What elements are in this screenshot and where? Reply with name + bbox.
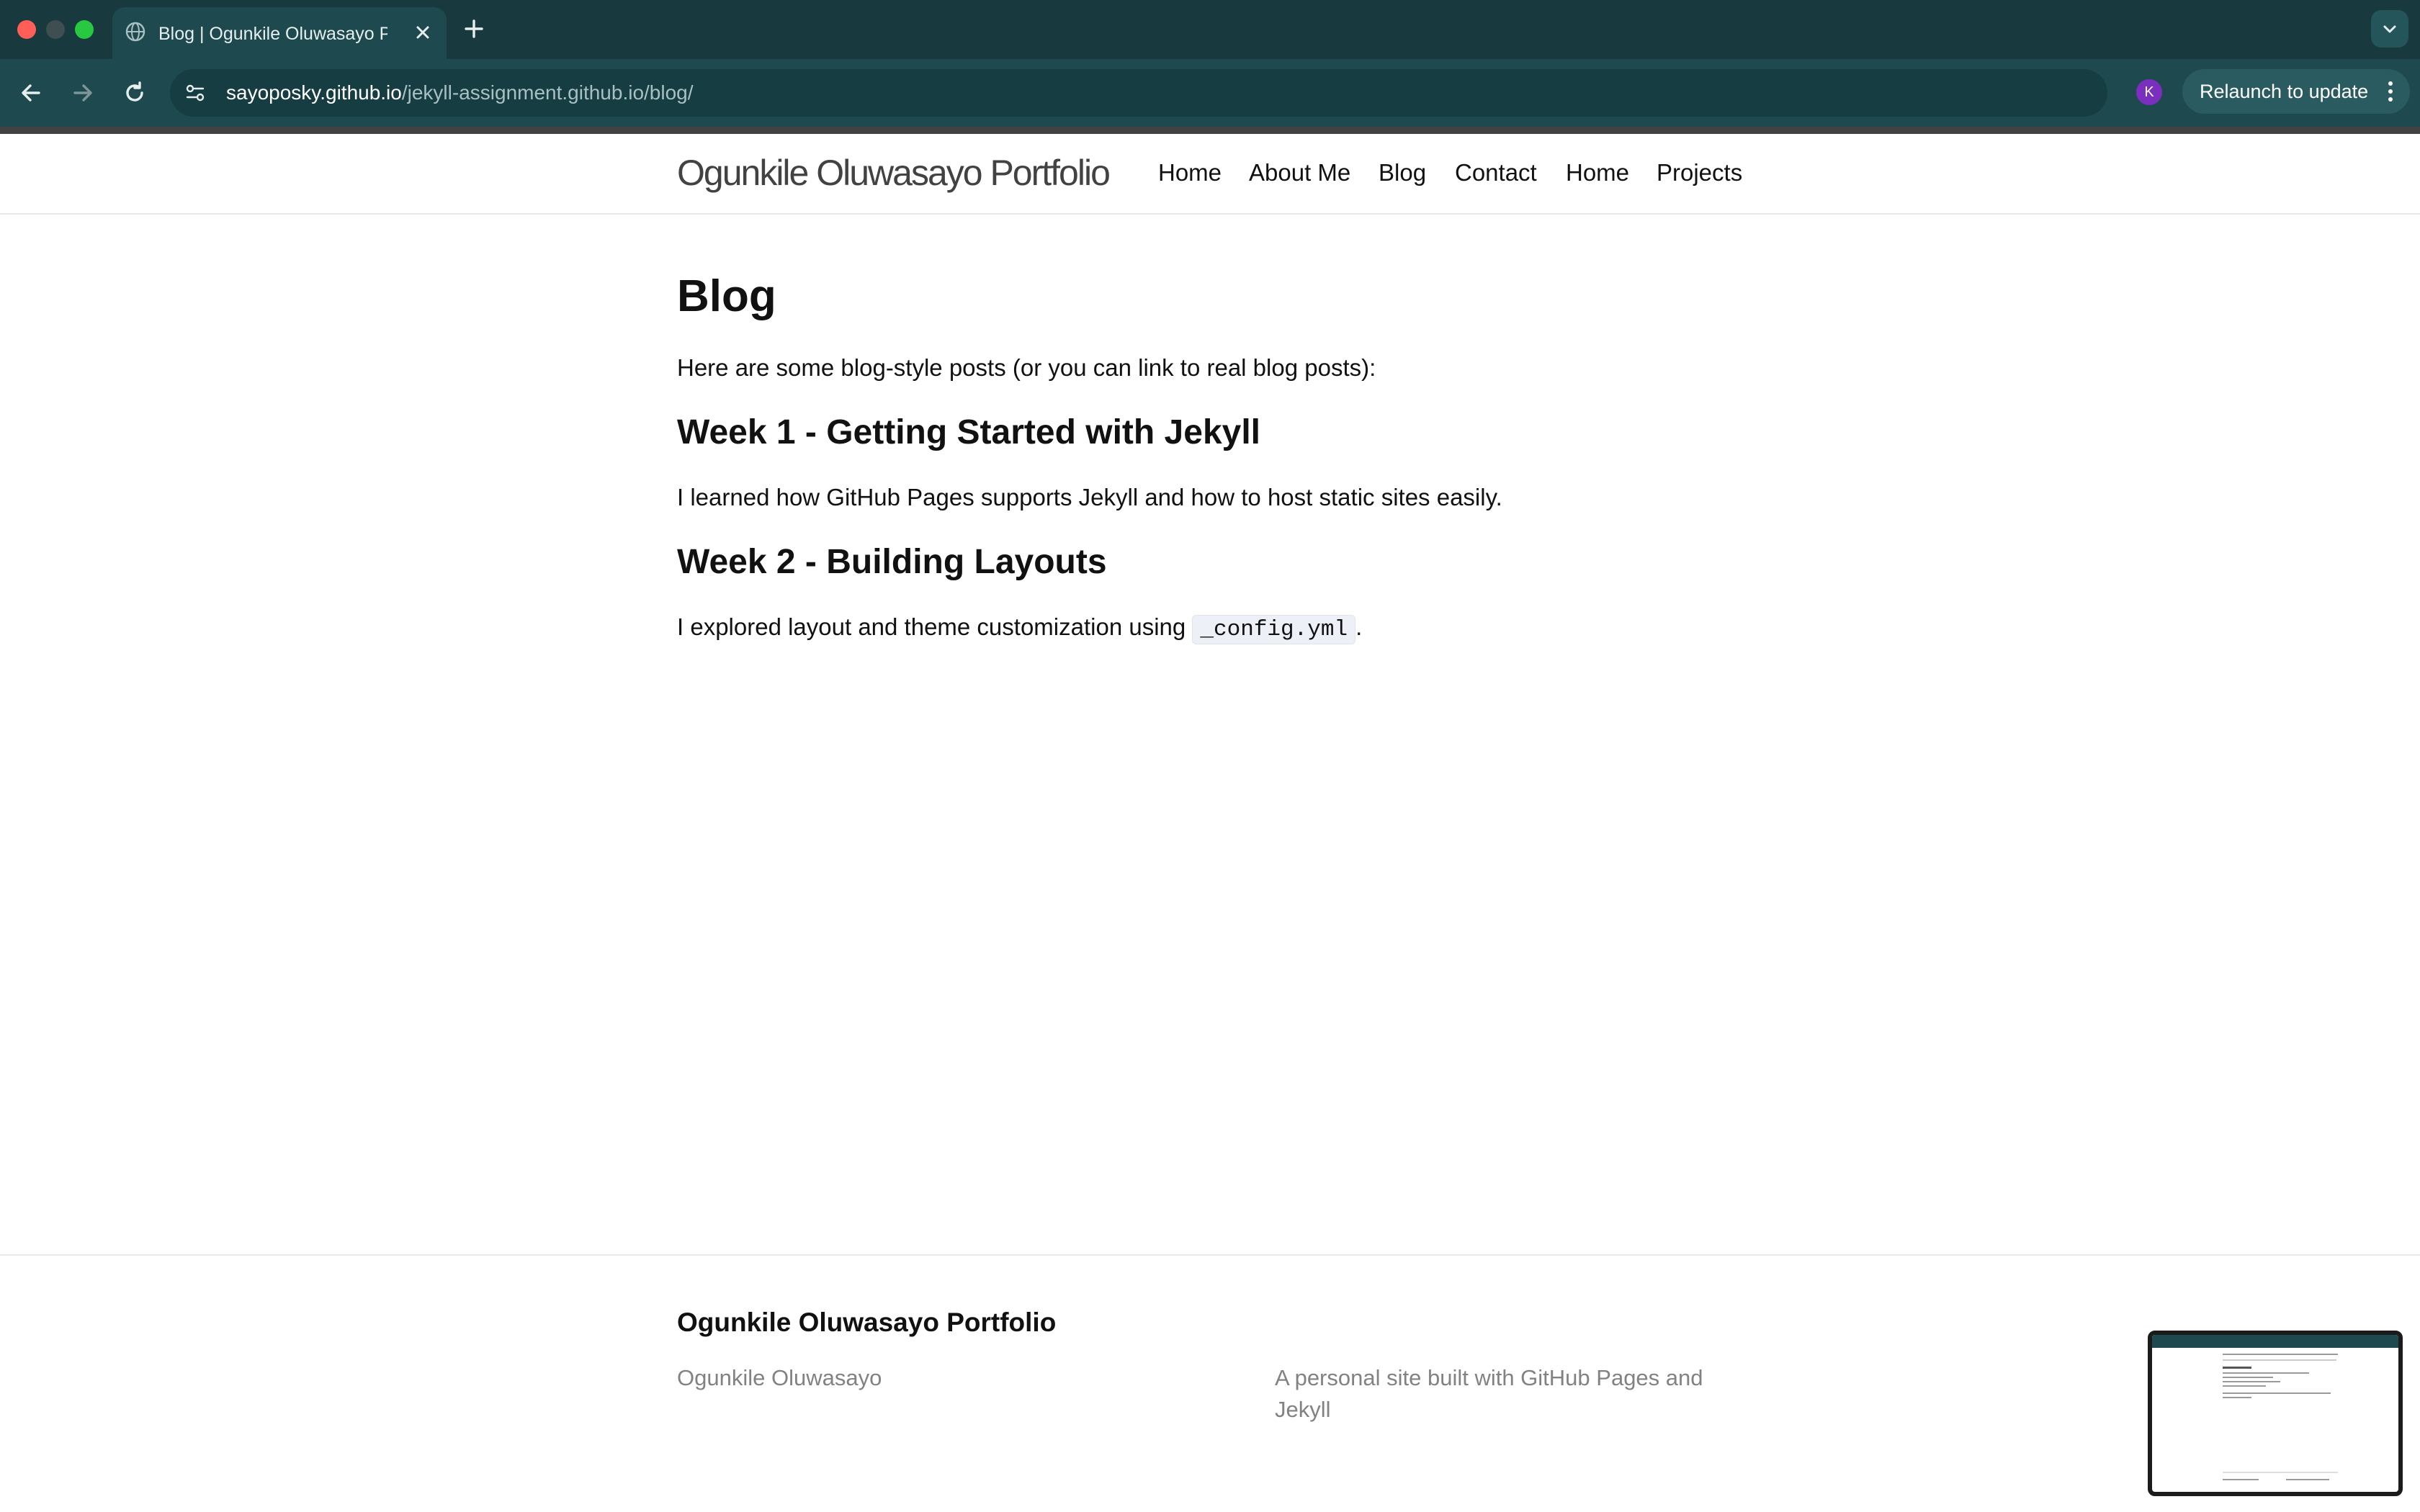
thumbnail-line <box>2223 1359 2336 1361</box>
new-tab-plus-icon[interactable] <box>462 17 485 40</box>
site-footer: Ogunkile Oluwasayo Portfolio Ogunkile Ol… <box>0 1254 2420 1512</box>
close-icon[interactable] <box>412 22 434 43</box>
window-minimize-button[interactable] <box>46 20 65 39</box>
nav-link-projects[interactable]: Projects <box>1657 157 1742 189</box>
profile-avatar[interactable]: K <box>2136 79 2162 105</box>
url-host: sayoposky.github.io <box>226 81 402 104</box>
url-path: /jekyll-assignment.github.io/blog/ <box>401 81 694 104</box>
nav-link-home-2[interactable]: Home <box>1566 157 1629 189</box>
screenshot-thumbnail[interactable] <box>2148 1331 2403 1496</box>
thumbnail-line <box>2223 1372 2309 1374</box>
thumbnail-line <box>2223 1392 2331 1394</box>
back-arrow-icon[interactable] <box>14 76 48 109</box>
inline-code: _config.yml <box>1192 615 1356 644</box>
thumbnail-line <box>2223 1479 2259 1480</box>
tab-title: Blog | Ogunkile Oluwasayo Portfolio <box>158 24 387 44</box>
address-bar[interactable]: sayoposky.github.io/jekyll-assignment.gi… <box>170 69 2260 117</box>
footer-description: A personal site built with GitHub Pages … <box>1275 1365 1703 1422</box>
page-top-strip <box>0 127 2420 134</box>
relaunch-label: Relaunch to update <box>2200 81 2369 102</box>
intro-paragraph: Here are some blog-style posts (or you c… <box>677 354 1376 381</box>
site-title-link[interactable]: Ogunkile Oluwasayo Portfolio <box>677 151 1111 194</box>
browser-tab-active[interactable]: Blog | Ogunkile Oluwasayo Portfolio <box>112 7 447 59</box>
thumbnail-line <box>2223 1367 2251 1369</box>
browser-toolbar: sayoposky.github.io/jekyll-assignment.gi… <box>0 59 2420 127</box>
page-title: Blog <box>677 271 776 321</box>
window-close-button[interactable] <box>17 20 36 39</box>
nav-link-home[interactable]: Home <box>1158 157 1222 189</box>
thumbnail-browser-chrome <box>2152 1335 2398 1348</box>
thumbnail-line <box>2223 1381 2280 1382</box>
window-maximize-button[interactable] <box>75 20 94 39</box>
forward-arrow-icon[interactable] <box>66 76 99 109</box>
thumbnail-line <box>2223 1385 2266 1387</box>
browser-tab-strip: Blog | Ogunkile Oluwasayo Portfolio <box>0 0 2420 59</box>
thumbnail-line <box>2223 1377 2273 1378</box>
post-title: Week 2 - Building Layouts <box>677 543 1107 581</box>
relaunch-to-update-button[interactable]: Relaunch to update <box>2182 69 2410 114</box>
more-vertical-icon <box>2388 81 2393 102</box>
reload-icon[interactable] <box>118 76 151 109</box>
post-body: I explored layout and theme customizatio… <box>677 611 1362 647</box>
thumbnail-line <box>2223 1397 2251 1398</box>
post-title: Week 1 - Getting Started with Jekyll <box>677 413 1260 451</box>
site-settings-icon[interactable] <box>183 81 207 105</box>
post-body: I learned how GitHub Pages supports Jeky… <box>677 484 1502 510</box>
thumbnail-line <box>2223 1354 2338 1355</box>
url-text[interactable]: sayoposky.github.io/jekyll-assignment.gi… <box>226 78 694 107</box>
footer-title: Ogunkile Oluwasayo Portfolio <box>677 1308 1057 1337</box>
nav-link-contact[interactable]: Contact <box>1455 157 1537 189</box>
thumbnail-line <box>2286 1479 2329 1480</box>
post-body-text: I explored layout and theme customizatio… <box>677 613 1193 640</box>
chevron-down-icon <box>2383 25 2396 33</box>
tab-search-button[interactable] <box>2371 10 2408 48</box>
site-header: Ogunkile Oluwasayo Portfolio Home About … <box>0 134 2420 215</box>
post-body-text-end: . <box>1355 613 1363 640</box>
nav-link-about-me[interactable]: About Me <box>1249 157 1350 189</box>
nav-link-blog[interactable]: Blog <box>1379 157 1426 189</box>
globe-icon <box>125 22 145 42</box>
thumbnail-line <box>2223 1472 2338 1473</box>
footer-author: Ogunkile Oluwasayo <box>677 1365 882 1390</box>
